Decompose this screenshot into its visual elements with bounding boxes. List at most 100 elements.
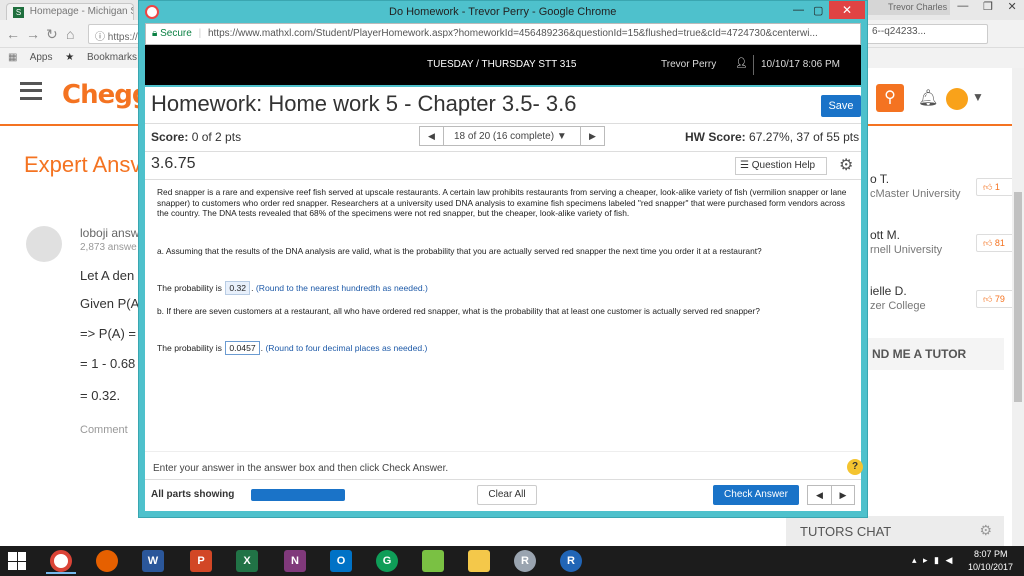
homework-panel: Homework: Home work 5 - Chapter 3.5- 3.6… xyxy=(145,87,863,511)
minimize-icon[interactable]: — xyxy=(957,0,968,18)
popup-url: https://www.mathxl.com/Student/PlayerHom… xyxy=(207,28,818,39)
save-button[interactable]: Save xyxy=(821,95,861,117)
enter-answer-instruction: Enter your answer in the answer box and … xyxy=(153,463,449,474)
tutor-school: rnell University xyxy=(870,244,943,256)
tutors-chat-label: TUTORS CHAT xyxy=(800,524,892,539)
answer-a-input[interactable]: 0.32 xyxy=(225,281,251,295)
reload-icon[interactable]: ↻ xyxy=(46,26,58,43)
homework-score: HW Score: 67.27%, 37 of 55 pts xyxy=(685,130,860,144)
chevron-down-icon[interactable]: ▼ xyxy=(972,90,984,104)
chegg-logo[interactable]: Chegg xyxy=(62,80,150,110)
help-icon[interactable]: ? xyxy=(847,459,863,475)
close-icon[interactable]: ✕ xyxy=(1007,0,1016,18)
file-explorer-icon[interactable] xyxy=(468,550,490,572)
hint-a: (Round to the nearest hundredth as neede… xyxy=(255,283,428,293)
forward-arrow-icon[interactable]: → xyxy=(26,26,40,42)
question-help-button[interactable]: ☰ Question Help xyxy=(735,157,827,175)
scrollbar-thumb[interactable] xyxy=(1014,192,1022,402)
clear-all-button[interactable]: Clear All xyxy=(477,485,537,505)
gear-icon[interactable]: ⚙ xyxy=(979,522,992,539)
bell-icon[interactable]: 🔔︎ xyxy=(918,88,938,108)
back-arrow-icon[interactable]: ← xyxy=(6,26,20,42)
search-icon[interactable]: ⚲ xyxy=(876,84,904,112)
bookmark-bookmarks[interactable]: Bookmarks xyxy=(87,52,137,63)
check-answer-button[interactable]: Check Answer xyxy=(713,485,799,505)
powerpoint-icon[interactable]: P xyxy=(190,550,212,572)
tutor-name[interactable]: ott M. xyxy=(870,228,900,242)
page-title: Homework: Home work 5 - Chapter 3.5- 3.6 xyxy=(151,91,577,116)
popup-address-bar[interactable]: 🔒︎ Secure | https://www.mathxl.com/Stude… xyxy=(145,23,861,45)
profile-button[interactable]: Trevor Charles xyxy=(868,0,950,15)
close-icon[interactable]: ✕ xyxy=(829,1,865,19)
avatar[interactable] xyxy=(946,88,968,110)
apps-grid-icon[interactable]: ▦ xyxy=(8,52,17,63)
secure-label: Secure xyxy=(160,28,192,39)
question-navigator[interactable]: ◀ 18 of 20 (16 complete) ▼ ▶ xyxy=(419,126,605,146)
star-icon: ★ xyxy=(65,52,75,63)
comment-link[interactable]: Comment xyxy=(80,424,128,436)
r-studio-icon[interactable]: R xyxy=(560,550,582,572)
hamburger-menu-icon[interactable] xyxy=(20,82,42,100)
windows-start-icon[interactable] xyxy=(8,552,26,570)
evernote-icon[interactable] xyxy=(422,550,444,572)
home-icon[interactable]: ⌂ xyxy=(66,26,74,42)
answer-line-b: The probability is 0.0457. (Round to fou… xyxy=(157,341,428,355)
google-icon[interactable]: G xyxy=(376,550,398,572)
answer-b-input[interactable]: 0.0457 xyxy=(225,341,260,355)
info-icon: ⓘ xyxy=(95,32,108,43)
answer-line: Let A den xyxy=(80,268,135,283)
question-part-b: b. If there are seven customers at a res… xyxy=(157,306,760,316)
windows-taskbar: W P X N O G R R ▴ ▸ ▮ ◀︎ 8:07 PM 10/10/2… xyxy=(0,546,1024,576)
part-navigator: ◀ ▶ xyxy=(807,485,855,505)
list-icon: ☰ xyxy=(740,160,749,171)
tutor-name[interactable]: ielle D. xyxy=(870,284,907,298)
clock-time[interactable]: 8:07 PM xyxy=(974,549,1008,559)
restore-icon[interactable]: ❐ xyxy=(983,0,993,18)
onenote-icon[interactable]: N xyxy=(284,550,306,572)
answerer-name[interactable]: loboji answ xyxy=(80,226,139,240)
question-score: Score: 0 of 2 pts xyxy=(151,130,242,144)
hint-b: (Round to four decimal places as needed.… xyxy=(265,343,428,353)
question-text: Red snapper is a rare and expensive reef… xyxy=(157,187,847,218)
all-parts-label: All parts showing xyxy=(151,489,235,500)
background-url-text: https:// xyxy=(107,32,138,43)
answerer-count: 2,873 answe xyxy=(80,242,137,253)
gear-icon[interactable]: ⚙ xyxy=(839,155,853,175)
question-progress-select[interactable]: 18 of 20 (16 complete) ▼ xyxy=(454,131,567,142)
firefox-icon[interactable] xyxy=(96,550,118,572)
background-tab[interactable]: S Homepage - Michigan S xyxy=(6,3,134,20)
question-number: 3.6.75 xyxy=(151,155,196,172)
parts-progress-bar xyxy=(251,489,345,501)
next-question-icon[interactable]: ▶ xyxy=(580,127,604,145)
answer-line: => P(A) = xyxy=(80,326,136,341)
tutors-chat-bar[interactable]: TUTORS CHAT ⚙ xyxy=(786,516,1004,546)
word-icon[interactable]: W xyxy=(142,550,164,572)
expert-answer-heading: Expert Ansv xyxy=(24,152,142,177)
lock-icon: 🔒︎ xyxy=(152,28,158,39)
answerer-avatar xyxy=(26,226,62,262)
background-url-suffix: 6--q24233... xyxy=(872,26,926,37)
popup-title: Do Homework - Trevor Perry - Google Chro… xyxy=(389,6,617,18)
bookmark-apps[interactable]: Apps xyxy=(30,52,53,63)
popup-titlebar[interactable]: Do Homework - Trevor Perry - Google Chro… xyxy=(139,1,867,23)
chrome-taskbar-icon[interactable] xyxy=(50,550,72,572)
minimize-icon[interactable]: — xyxy=(793,4,804,16)
next-part-icon[interactable]: ▶ xyxy=(832,486,854,504)
page-scrollbar[interactable] xyxy=(1012,68,1024,546)
system-tray-icons[interactable]: ▴ ▸ ▮ ◀︎ xyxy=(912,555,954,566)
previous-question-icon[interactable]: ◀ xyxy=(420,127,444,145)
tutor-school: cMaster University xyxy=(870,188,961,200)
outlook-icon[interactable]: O xyxy=(330,550,352,572)
tutor-name[interactable]: o T. xyxy=(870,172,889,186)
r-icon[interactable]: R xyxy=(514,550,536,572)
clock-date[interactable]: 10/10/2017 xyxy=(968,562,1013,572)
maximize-icon[interactable]: ▢ xyxy=(813,4,823,17)
student-name: Trevor Perry xyxy=(661,59,717,70)
tab-favicon-icon: S xyxy=(13,7,24,18)
previous-part-icon[interactable]: ◀ xyxy=(808,486,832,504)
find-tutor-button[interactable]: ND ME A TUTOR xyxy=(858,338,1004,370)
excel-icon[interactable]: X xyxy=(236,550,258,572)
answer-line: = 1 - 0.68 xyxy=(80,356,136,371)
course-bar: TUESDAY / THURSDAY STT 315 Trevor Perry … xyxy=(145,45,861,85)
tutor-school: zer College xyxy=(870,300,926,312)
